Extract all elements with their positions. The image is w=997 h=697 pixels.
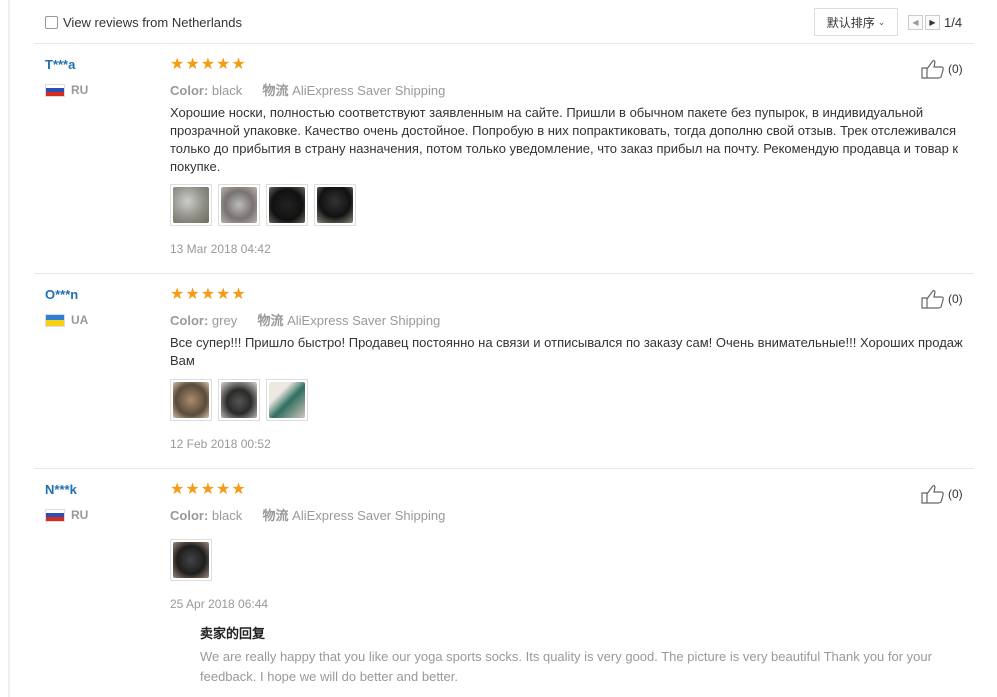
country-code: UA: [71, 313, 89, 327]
ukraine-flag-icon: [45, 313, 65, 327]
color-value: grey: [211, 313, 238, 328]
star-icon: ★: [231, 481, 246, 498]
review-item: O***n UA ★ ★ ★ ★ ★ Color: grey 物流 AliExp…: [34, 274, 974, 469]
star-icon: ★: [185, 286, 200, 303]
review-photo-thumbnail[interactable]: [218, 184, 260, 226]
reviewer-country: UA: [45, 313, 88, 327]
star-icon: ★: [170, 481, 185, 498]
shipping-value: AliExpress Saver Shipping: [287, 313, 441, 328]
star-icon: ★: [170, 56, 185, 73]
review-photos: [170, 379, 308, 421]
thumbs-up-icon: [921, 59, 944, 79]
thumbs-up-icon: [921, 289, 944, 309]
chevron-right-icon: ▶: [929, 18, 936, 27]
thumbs-up-icon: [921, 484, 944, 504]
star-icon: ★: [216, 56, 231, 73]
shipping-label: 物流: [257, 313, 284, 328]
star-rating: ★ ★ ★ ★ ★: [170, 482, 246, 498]
star-icon: ★: [200, 56, 216, 73]
review-photos: [170, 539, 212, 581]
star-rating: ★ ★ ★ ★ ★: [170, 287, 246, 303]
pager-prev-button[interactable]: ◀: [908, 15, 923, 30]
pager-next-button[interactable]: ▶: [925, 15, 940, 30]
review-photo-thumbnail[interactable]: [266, 379, 308, 421]
color-label: Color:: [170, 508, 209, 523]
review-photo-thumbnail[interactable]: [218, 379, 260, 421]
chevron-down-icon: ⌄: [877, 16, 886, 27]
color-value: black: [211, 83, 243, 98]
reviewer-name[interactable]: T***a: [45, 57, 75, 72]
review-item: T***a RU ★ ★ ★ ★ ★ Color: black 物流 AliEx…: [34, 44, 974, 274]
star-icon: ★: [200, 481, 216, 498]
chevron-left-icon: ◀: [912, 18, 919, 27]
review-item: N***k RU ★ ★ ★ ★ ★ Color: black 物流 AliEx…: [34, 469, 974, 697]
review-photo-thumbnail[interactable]: [170, 539, 212, 581]
star-icon: ★: [200, 286, 216, 303]
helpful-button[interactable]: (0): [921, 289, 963, 309]
page-left-border: [8, 0, 10, 697]
shipping-label: 物流: [262, 83, 289, 98]
russia-flag-icon: [45, 508, 65, 522]
netherlands-filter-checkbox[interactable]: [45, 16, 58, 29]
star-icon: ★: [185, 56, 200, 73]
review-text: Хорошие носки, полностью соответствуют з…: [170, 105, 959, 174]
review-photo-thumbnail[interactable]: [266, 184, 308, 226]
helpful-count: (0): [948, 62, 963, 76]
helpful-count: (0): [948, 292, 963, 306]
star-icon: ★: [185, 481, 200, 498]
pager-indicator: 1/4: [944, 15, 963, 30]
sort-dropdown[interactable]: 默认排序 ⌄: [814, 8, 898, 36]
star-icon: ★: [216, 481, 231, 498]
russia-flag-icon: [45, 83, 65, 97]
color-value: black: [211, 508, 243, 523]
reviewer-name[interactable]: O***n: [45, 287, 78, 302]
helpful-button[interactable]: (0): [921, 59, 963, 79]
star-icon: ★: [170, 286, 185, 303]
helpful-button[interactable]: (0): [921, 484, 963, 504]
seller-reply-title: 卖家的回复: [200, 626, 266, 641]
star-icon: ★: [231, 286, 246, 303]
sort-dropdown-label: 默认排序: [826, 15, 875, 30]
review-photo-thumbnail[interactable]: [170, 184, 212, 226]
shipping-label: 物流: [262, 508, 289, 523]
helpful-count: (0): [948, 487, 963, 501]
reviewer-name[interactable]: N***k: [45, 482, 77, 497]
shipping-value: AliExpress Saver Shipping: [292, 508, 446, 523]
star-icon: ★: [231, 56, 246, 73]
order-attributes: Color: black 物流 AliExpress Saver Shippin…: [170, 80, 445, 99]
shipping-value: AliExpress Saver Shipping: [292, 83, 446, 98]
review-photo-thumbnail[interactable]: [314, 184, 356, 226]
review-date: 13 Mar 2018 04:42: [170, 242, 271, 256]
review-photos: [170, 184, 356, 226]
order-attributes: Color: grey 物流 AliExpress Saver Shipping: [170, 310, 440, 329]
review-date: 25 Apr 2018 06:44: [170, 597, 269, 611]
review-filter-bar: View reviews from Netherlands 默认排序 ⌄ ◀ ▶…: [34, 0, 974, 44]
review-photo-thumbnail[interactable]: [170, 379, 212, 421]
star-icon: ★: [216, 286, 231, 303]
review-text: Все супер!!! Пришло быстро! Продавец пос…: [170, 335, 963, 368]
color-label: Color:: [170, 83, 209, 98]
review-date: 12 Feb 2018 00:52: [170, 437, 271, 451]
country-code: RU: [71, 83, 89, 97]
reviewer-country: RU: [45, 83, 88, 97]
netherlands-filter-label[interactable]: View reviews from Netherlands: [63, 15, 242, 30]
reviewer-country: RU: [45, 508, 88, 522]
country-code: RU: [71, 508, 89, 522]
seller-reply-text: We are really happy that you like our yo…: [200, 649, 932, 684]
star-rating: ★ ★ ★ ★ ★: [170, 57, 246, 73]
order-attributes: Color: black 物流 AliExpress Saver Shippin…: [170, 505, 445, 524]
color-label: Color:: [170, 313, 209, 328]
